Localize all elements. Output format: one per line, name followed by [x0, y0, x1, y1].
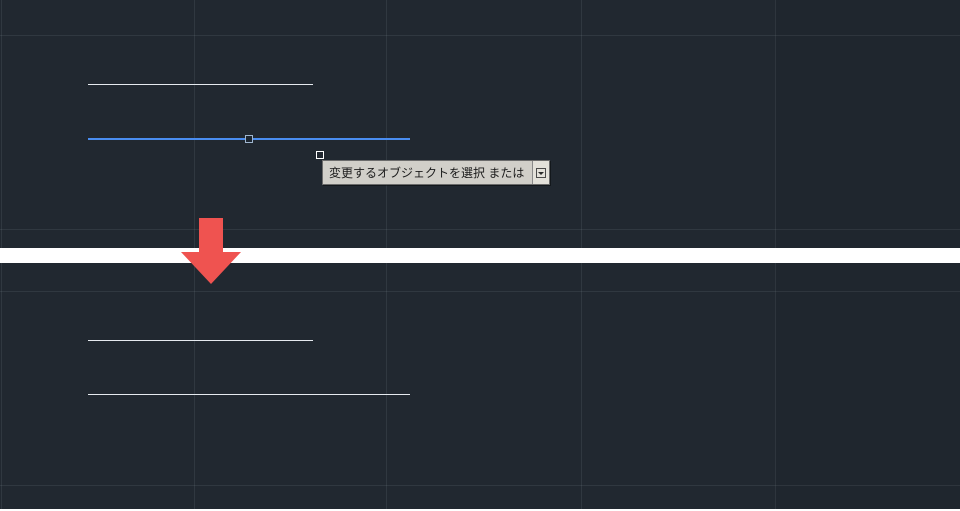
grid-line	[0, 229, 960, 230]
drawing-area-after[interactable]	[0, 263, 960, 509]
grip-midpoint[interactable]	[245, 135, 253, 143]
line-object[interactable]	[88, 84, 313, 85]
grid-line	[386, 0, 387, 248]
grid-line	[194, 0, 195, 248]
grid-line	[1, 263, 2, 509]
grid-line	[1, 0, 2, 248]
line-object[interactable]	[88, 340, 313, 341]
grid-line	[581, 0, 582, 248]
grid-line	[0, 485, 960, 486]
dropdown-icon[interactable]	[532, 161, 549, 184]
grid-line	[194, 263, 195, 509]
grid-line	[775, 263, 776, 509]
pick-cursor	[316, 151, 324, 159]
drawing-area-before[interactable]: 変更するオブジェクトを選択 または	[0, 0, 960, 248]
down-arrow-icon	[181, 218, 241, 284]
grid-line	[775, 0, 776, 248]
grid-line	[581, 263, 582, 509]
grid-line	[0, 35, 960, 36]
grid-line	[0, 291, 960, 292]
dynamic-input-prompt[interactable]: 変更するオブジェクトを選択 または	[322, 160, 550, 185]
line-object[interactable]	[88, 394, 410, 395]
panel-shade	[775, 0, 960, 248]
prompt-text: 変更するオブジェクトを選択 または	[323, 161, 532, 184]
panel-shade	[775, 263, 960, 509]
grid-line	[386, 263, 387, 509]
